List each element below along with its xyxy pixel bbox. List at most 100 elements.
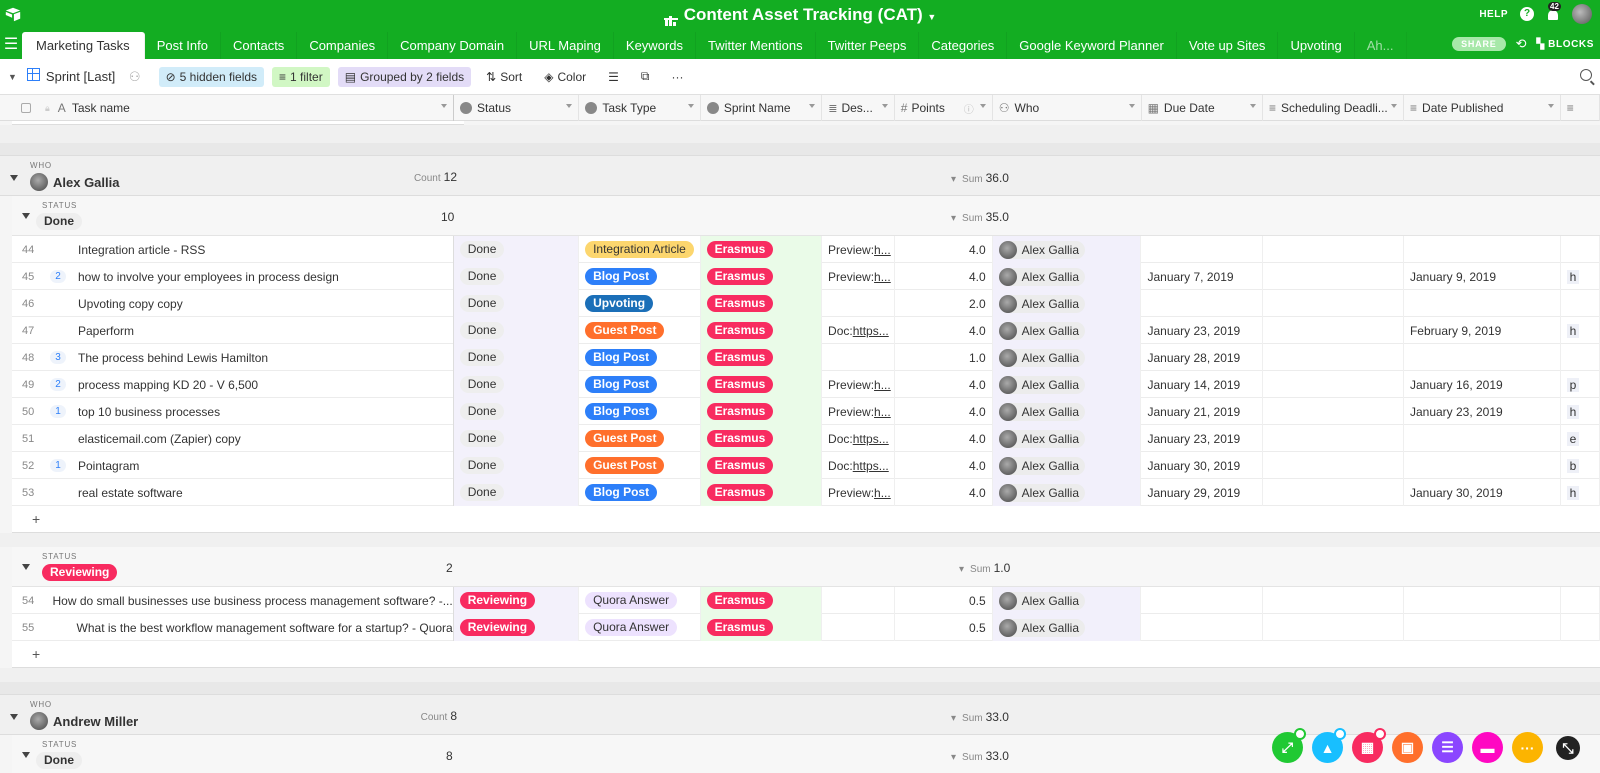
date-published-cell[interactable]: January 16, 2019 [1404,371,1561,398]
tab-marketing-tasks[interactable]: Marketing Tasks [22,32,145,59]
date-published-cell[interactable] [1404,236,1561,263]
comment-count[interactable]: 1 [44,405,72,418]
list-app-button[interactable]: ☰ [1432,732,1463,763]
group-header-status-done[interactable]: STATUS Done 10 ▾ Sum 35.0 [12,196,1600,236]
due-date-cell[interactable] [1141,290,1263,317]
menu-icon[interactable]: ☰ [0,30,22,59]
status-cell[interactable]: Done [453,236,580,263]
table-row[interactable]: 52 1 Pointagram Done Guest Post Erasmus Doc: h… [12,452,1600,479]
add-row-button[interactable]: + [12,641,1600,668]
pipeline-app-button[interactable]: ⤢ [1272,728,1306,763]
description-cell[interactable] [822,587,895,614]
status-cell[interactable]: Done [453,317,580,344]
extra-cell[interactable]: h [1561,263,1600,290]
chevron-down-icon[interactable] [1128,104,1135,111]
description-cell[interactable] [822,290,895,317]
extra-cell[interactable] [1561,236,1600,263]
group-header-who[interactable]: WHO Andrew Miller Count 8 ▾ Sum 33.0 [0,695,1600,735]
table-row[interactable]: 51 elasticemail.com (Zapier) copy Done Gues… [12,425,1600,452]
notifications-button[interactable]: 42 [1546,2,1561,22]
task-name-cell[interactable]: 52 1 Pointagram [12,452,454,479]
scheduling-deadline-cell[interactable] [1263,425,1404,452]
due-date-cell[interactable]: January 29, 2019 [1141,479,1263,506]
who-cell[interactable]: Alex Gallia [992,317,1142,344]
description-cell[interactable]: Preview: h... [822,371,895,398]
scheduling-deadline-cell[interactable] [1263,290,1404,317]
base-title[interactable]: Content Asset Tracking (CAT) ▼ [0,5,1600,26]
header-date-published[interactable]: ≡ Date Published [1404,95,1561,121]
tab-contacts[interactable]: Contacts [221,32,298,59]
scheduling-deadline-cell[interactable] [1263,614,1404,641]
description-cell[interactable] [822,614,895,641]
header-task-type[interactable]: Task Type [579,95,701,121]
status-cell[interactable]: Reviewing [453,614,580,641]
header-status[interactable]: Status [454,95,580,121]
sprint-cell[interactable]: Erasmus [700,317,823,344]
status-cell[interactable]: Done [453,398,580,425]
description-cell[interactable]: Doc: https... [822,452,895,479]
chevron-down-icon[interactable] [1391,104,1398,111]
table-row[interactable]: 47 Paperform Done Guest Post Erasmus Doc: htt… [12,317,1600,344]
select-all-checkbox[interactable] [21,103,31,113]
header-due-date[interactable]: ▦ Due Date [1142,95,1264,121]
task-type-cell[interactable]: Blog Post [579,344,701,371]
date-published-cell[interactable] [1404,425,1561,452]
date-published-cell[interactable]: February 9, 2019 [1404,317,1561,344]
due-date-cell[interactable]: January 21, 2019 [1141,398,1263,425]
task-name-cell[interactable]: 55 What is the best workflow management s… [12,614,454,641]
collapse-group-icon[interactable] [22,752,30,762]
view-switcher[interactable]: Sprint [Last] ⚇ [26,68,141,85]
extra-cell[interactable] [1561,344,1600,371]
description-cell[interactable]: Doc: https... [822,425,895,452]
description-link[interactable]: h... [874,486,891,500]
description-cell[interactable]: Preview: h... [822,398,895,425]
task-name-cell[interactable]: 48 3 The process behind Lewis Hamilton [12,344,454,371]
due-date-cell[interactable]: January 23, 2019 [1141,317,1263,344]
row-height-icon[interactable]: ☰ [601,67,626,87]
sprint-cell[interactable]: Erasmus [700,398,823,425]
group-button[interactable]: ▤ Grouped by 2 fields [337,66,472,87]
status-cell[interactable]: Done [453,479,580,506]
table-row[interactable]: 48 3 The process behind Lewis Hamilton Done… [12,344,1600,371]
tab-post-info[interactable]: Post Info [145,32,221,59]
table-row[interactable]: 45 2 how to involve your employees in proc… [12,263,1600,290]
scheduling-deadline-cell[interactable] [1263,587,1404,614]
table-row[interactable]: 46 Upvoting copy copy Done Upvoting Erasmus 2… [12,290,1600,317]
extra-cell[interactable]: h [1561,398,1600,425]
tab-twitter-mentions[interactable]: Twitter Mentions [696,32,816,59]
extra-cell[interactable]: h [1561,317,1600,344]
date-published-cell[interactable]: January 30, 2019 [1404,479,1561,506]
who-cell[interactable]: Alex Gallia [992,398,1142,425]
task-type-cell[interactable]: Blog Post [579,479,701,506]
group-header-who[interactable]: WHO Alex Gallia Count 12 ▾ Sum 36.0 [0,156,1600,196]
scheduling-deadline-cell[interactable] [1263,452,1404,479]
status-cell[interactable]: Done [453,425,580,452]
help-icon[interactable]: ? [1520,7,1534,21]
task-type-cell[interactable]: Quora Answer [579,587,701,614]
status-cell[interactable]: Done [453,371,580,398]
tab-categories[interactable]: Categories [919,32,1008,59]
scheduling-deadline-cell[interactable] [1263,479,1404,506]
task-name-cell[interactable]: 49 2 process mapping KD 20 - V 6,500 [12,371,454,398]
task-name-cell[interactable]: 51 elasticemail.com (Zapier) copy [12,425,454,452]
table-row[interactable]: 53 real estate software Done Blog Post Erasm… [12,479,1600,506]
search-icon[interactable] [1580,69,1592,81]
expand-blocks-button[interactable]: ⤡ [1556,736,1580,760]
blocks-button[interactable]: ▚ BLOCKS [1537,39,1595,50]
user-avatar[interactable] [1572,4,1592,24]
share-view-icon[interactable]: ⧉ [634,66,657,87]
due-date-cell[interactable]: January 14, 2019 [1141,371,1263,398]
points-cell[interactable]: 4.0 [895,263,993,290]
scheduling-deadline-cell[interactable] [1263,344,1404,371]
header-more-field[interactable]: ≡ [1561,95,1600,121]
who-cell[interactable]: Alex Gallia [992,371,1142,398]
who-cell[interactable]: Alex Gallia [992,290,1142,317]
tab-companies[interactable]: Companies [297,32,389,59]
hidden-fields-button[interactable]: ⊘ 5 hidden fields [158,66,265,87]
who-cell[interactable]: Alex Gallia [992,344,1142,371]
sprint-cell[interactable]: Erasmus [700,452,823,479]
task-type-cell[interactable]: Guest Post [579,425,701,452]
tab-google-keyword-planner[interactable]: Google Keyword Planner [1007,32,1177,59]
description-cell[interactable] [822,344,895,371]
points-cell[interactable]: 2.0 [895,290,993,317]
